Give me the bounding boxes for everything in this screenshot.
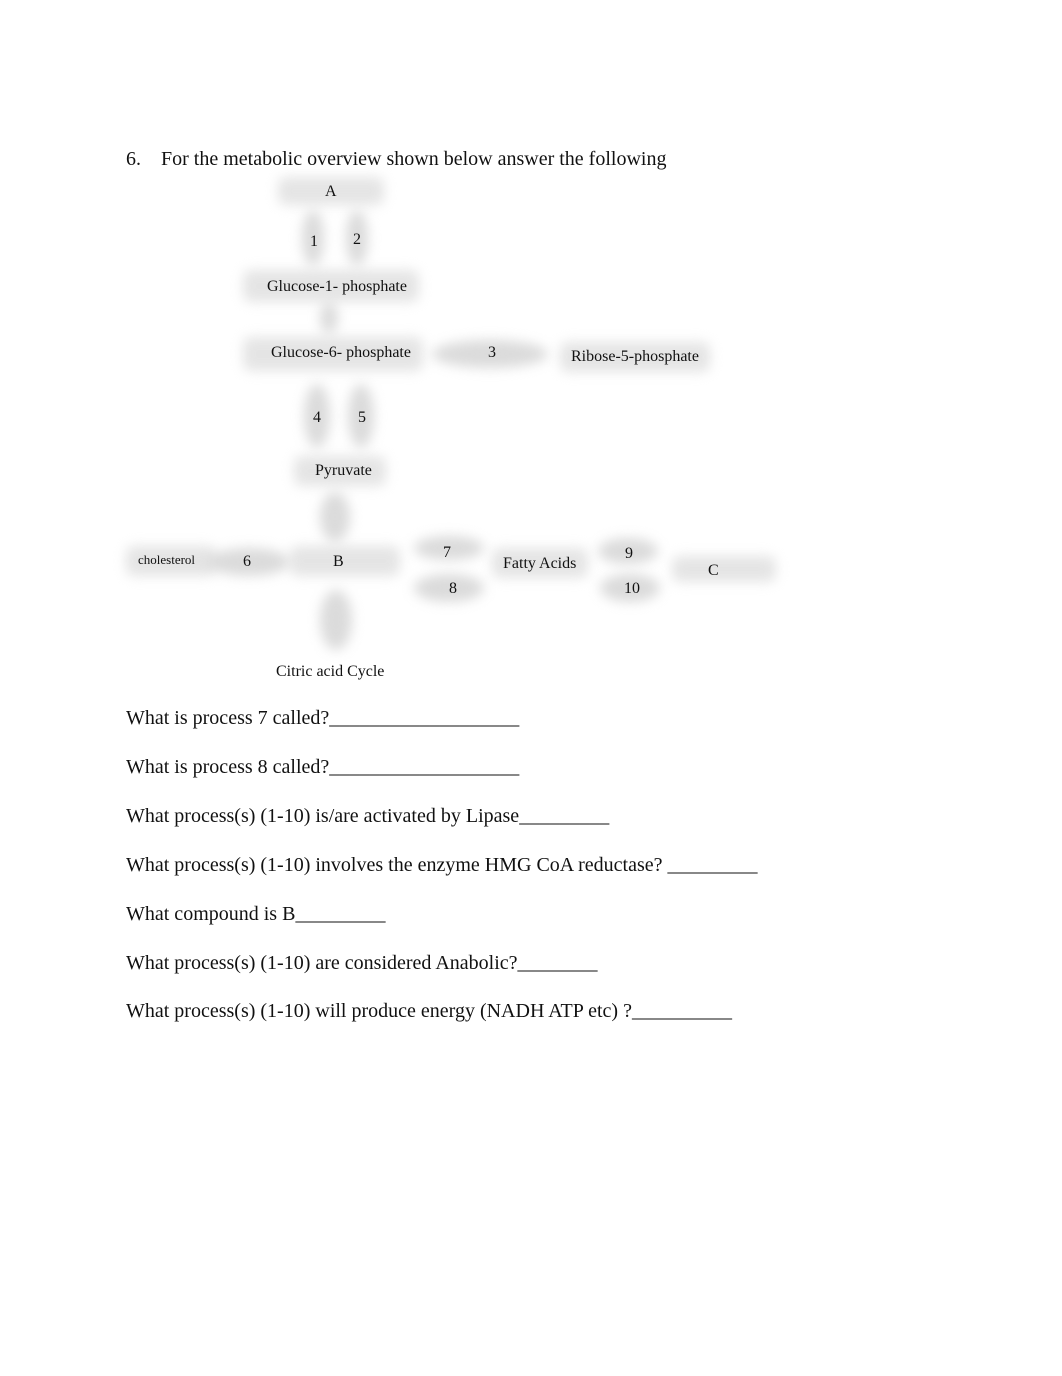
answer-blank[interactable]: ___________________	[329, 707, 519, 729]
node-glucose1p: Glucose-1- phosphate	[267, 278, 407, 295]
sub-question-text: What compound is B	[126, 903, 296, 925]
node-c: C	[708, 562, 719, 579]
process-1: 1	[310, 233, 318, 250]
process-2: 2	[353, 231, 361, 248]
sub-question-lipase: What process(s) (1-10) is/are activated …	[126, 805, 609, 828]
process-5: 5	[358, 409, 366, 426]
sub-question-process-7: What is process 7 called?_______________…	[126, 707, 519, 730]
answer-blank[interactable]: ________	[518, 952, 598, 974]
sub-question-compound-b: What compound is B_________	[126, 903, 385, 926]
node-box-b	[290, 546, 400, 576]
sub-question-text: What is process 7 called?	[126, 707, 330, 729]
node-fatty-acids: Fatty Acids	[503, 555, 577, 572]
node-pyruvate: Pyruvate	[315, 462, 372, 479]
answer-blank[interactable]: ___________________	[329, 756, 519, 778]
sub-question-energy: What process(s) (1-10) will produce ener…	[126, 1000, 732, 1023]
sub-question-anabolic: What process(s) (1-10) are considered An…	[126, 952, 598, 975]
question-number: 6.	[126, 148, 141, 170]
node-b: B	[333, 553, 344, 570]
process-7: 7	[443, 544, 451, 561]
process-8: 8	[449, 580, 457, 597]
node-glucose6p: Glucose-6- phosphate	[271, 344, 411, 361]
answer-blank[interactable]: _________	[295, 903, 385, 925]
sub-question-text: What process(s) (1-10) is/are activated …	[126, 805, 520, 827]
sub-question-hmg-coa: What process(s) (1-10) involves the enzy…	[126, 854, 758, 877]
sub-question-text: What is process 8 called?	[126, 756, 330, 778]
process-9: 9	[625, 545, 633, 562]
node-box-c	[672, 556, 776, 582]
arrow-g1p-g6p	[320, 302, 338, 334]
sub-question-text: What process(s) (1-10) are considered An…	[126, 952, 518, 974]
node-a: A	[325, 183, 337, 200]
arrow-b-citric	[320, 590, 352, 650]
answer-blank[interactable]: _________	[668, 854, 758, 876]
node-cholesterol: cholesterol	[138, 552, 196, 567]
process-3: 3	[488, 344, 496, 361]
sub-question-text: What process(s) (1-10) involves the enzy…	[126, 854, 668, 876]
sub-question-process-8: What is process 8 called?_______________…	[126, 756, 519, 779]
answer-blank[interactable]: _________	[519, 805, 609, 827]
process-6: 6	[243, 553, 251, 570]
question-prompt: For the metabolic overview shown below a…	[161, 148, 667, 170]
process-4: 4	[313, 409, 321, 426]
node-citric-acid-cycle: Citric acid Cycle	[276, 663, 385, 680]
process-10: 10	[624, 580, 640, 597]
answer-blank[interactable]: __________	[632, 1000, 732, 1022]
arrow-pyruvate-b	[320, 492, 350, 542]
sub-question-text: What process(s) (1-10) will produce ener…	[126, 1000, 632, 1022]
node-ribose5p: Ribose-5-phosphate	[571, 348, 699, 365]
